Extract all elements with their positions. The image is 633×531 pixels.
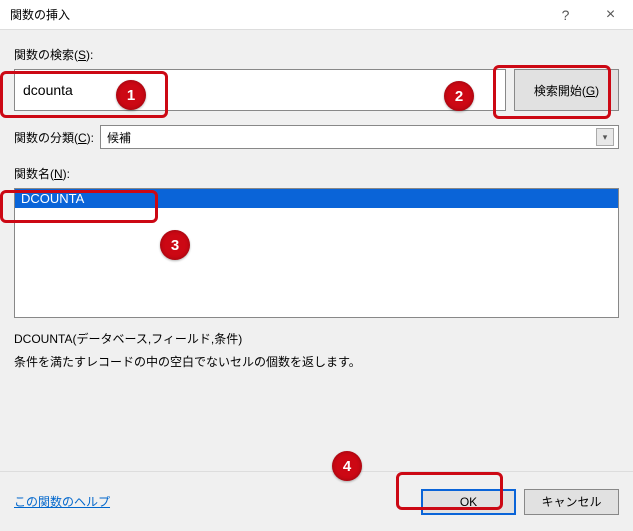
help-button[interactable]: ? [543, 0, 588, 30]
function-signature: DCOUNTA(データベース,フィールド,条件) [14, 330, 619, 347]
chevron-down-icon: ▾ [596, 128, 614, 146]
search-start-button[interactable]: 検索開始(G) [514, 69, 619, 111]
function-listbox[interactable]: DCOUNTA [14, 188, 619, 318]
function-name-label: 関数名(N): [14, 165, 619, 182]
search-label: 関数の検索(S): [14, 46, 619, 63]
help-link[interactable]: この関数のヘルプ [14, 493, 110, 510]
search-input[interactable] [14, 69, 506, 111]
list-item[interactable]: DCOUNTA [15, 189, 618, 208]
titlebar: 関数の挿入 ? × [0, 0, 633, 30]
dialog-body: 関数の検索(S): 検索開始(G) 関数の分類(C): 候補 ▾ 関数名(N):… [0, 30, 633, 531]
window-title: 関数の挿入 [10, 6, 543, 23]
category-selected: 候補 [107, 129, 131, 146]
category-select[interactable]: 候補 ▾ [100, 125, 619, 149]
category-row: 関数の分類(C): 候補 ▾ [14, 125, 619, 149]
close-button[interactable]: × [588, 0, 633, 30]
footer-bar: この関数のヘルプ OK キャンセル [0, 471, 633, 531]
search-row: 検索開始(G) [14, 69, 619, 111]
category-label: 関数の分類(C): [14, 129, 94, 146]
cancel-button[interactable]: キャンセル [524, 489, 619, 515]
ok-button[interactable]: OK [421, 489, 516, 515]
function-description: 条件を満たすレコードの中の空白でないセルの個数を返します。 [14, 353, 619, 370]
